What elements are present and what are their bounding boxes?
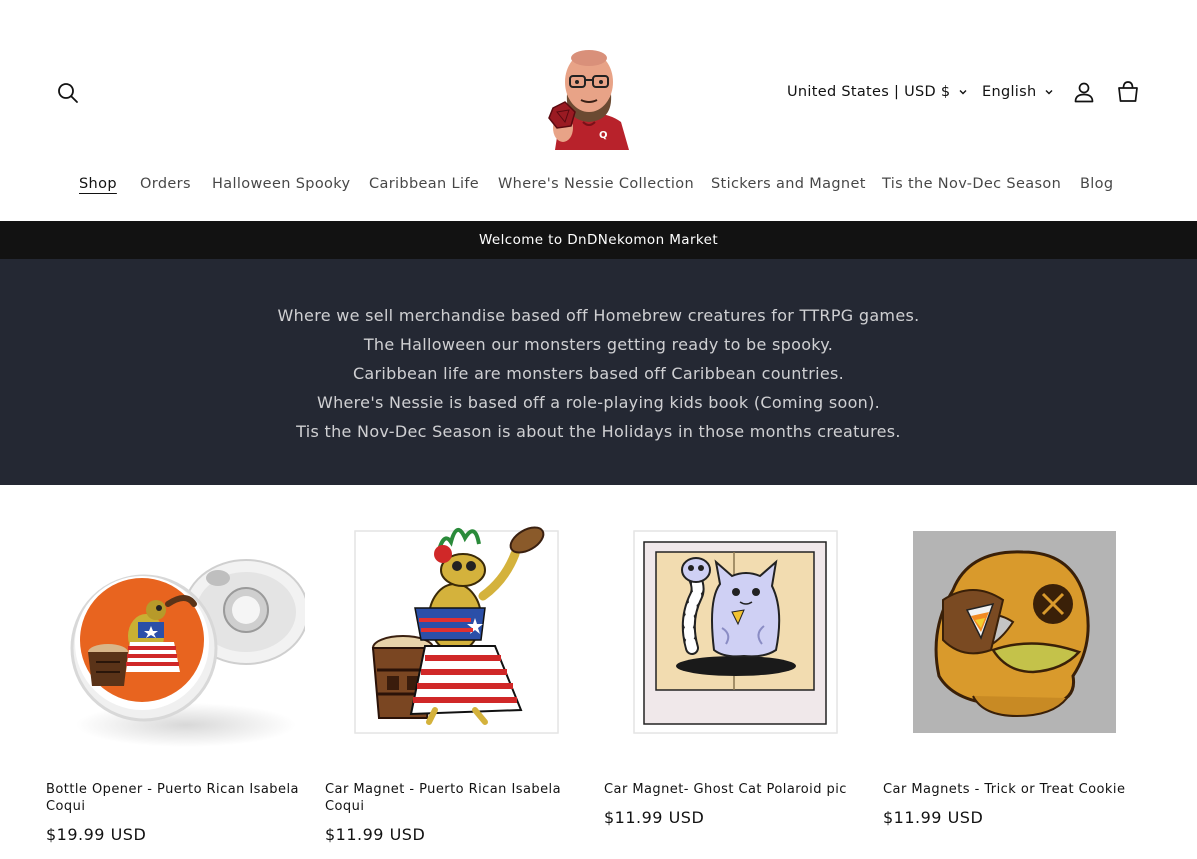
intro-banner: Where we sell merchandise based off Home…	[0, 259, 1197, 485]
svg-text:Q: Q	[599, 130, 608, 141]
nav-item-orders[interactable]: Orders	[140, 176, 191, 192]
intro-text: Where we sell merchandise based off Home…	[0, 301, 1197, 446]
country-currency-selector[interactable]: United States | USD $	[787, 78, 968, 106]
nav-item-wheres-nessie[interactable]: Where's Nessie Collection	[498, 176, 694, 192]
intro-line: Where we sell merchandise based off Home…	[277, 306, 920, 325]
chevron-down-icon	[959, 90, 967, 95]
site-header: Q United States | USD $ English Shop Ord…	[0, 0, 1197, 221]
intro-line: The Halloween our monsters getting ready…	[363, 335, 834, 354]
intro-line: Tis the Nov-Dec Season is about the Holi…	[296, 422, 901, 441]
account-icon[interactable]	[1072, 80, 1096, 104]
product-price: $19.99 USD	[46, 825, 147, 844]
language-selector[interactable]: English	[982, 78, 1054, 106]
product-price: $11.99 USD	[325, 825, 426, 844]
bottle-opener-coqui-image[interactable]	[46, 500, 309, 763]
coqui-drummer-image[interactable]	[325, 500, 584, 763]
intro-line: Where's Nessie is based off a role-playi…	[316, 393, 881, 412]
product-title[interactable]: Car Magnet - Puerto Rican Isabela Coqui	[325, 781, 584, 815]
language-label: English	[982, 84, 1037, 100]
trick-or-treat-cookie-image[interactable]	[883, 500, 1142, 763]
country-currency-label: United States | USD $	[787, 84, 951, 100]
chevron-down-icon	[1045, 90, 1053, 95]
nav-item-shop[interactable]: Shop	[79, 176, 117, 192]
nav-item-halloween-spooky[interactable]: Halloween Spooky	[212, 176, 350, 192]
product-price: $11.99 USD	[883, 808, 984, 827]
announcement-bar: Welcome to DnDNekomon Market	[0, 221, 1197, 259]
search-icon[interactable]	[55, 80, 81, 106]
product-title[interactable]: Car Magnet- Ghost Cat Polaroid pic	[604, 781, 863, 798]
intro-line: Caribbean life are monsters based off Ca…	[352, 364, 845, 383]
store-logo[interactable]: Q	[541, 42, 637, 150]
nav-item-blog[interactable]: Blog	[1080, 176, 1113, 192]
nav-item-nov-dec-season[interactable]: Tis the Nov-Dec Season	[882, 176, 1061, 192]
product-title[interactable]: Car Magnets - Trick or Treat Cookie	[883, 781, 1142, 798]
cart-icon[interactable]	[1115, 79, 1141, 105]
announcement-text: Welcome to DnDNekomon Market	[478, 232, 719, 248]
product-price: $11.99 USD	[604, 808, 705, 827]
nav-item-stickers-magnet[interactable]: Stickers and Magnet	[711, 176, 866, 192]
product-title[interactable]: Bottle Opener - Puerto Rican Isabela Coq…	[46, 781, 305, 815]
main-navigation: Shop Orders Halloween Spooky Caribbean L…	[0, 176, 1197, 202]
nav-item-caribbean-life[interactable]: Caribbean Life	[369, 176, 479, 192]
ghost-cat-polaroid-image[interactable]	[604, 500, 863, 763]
